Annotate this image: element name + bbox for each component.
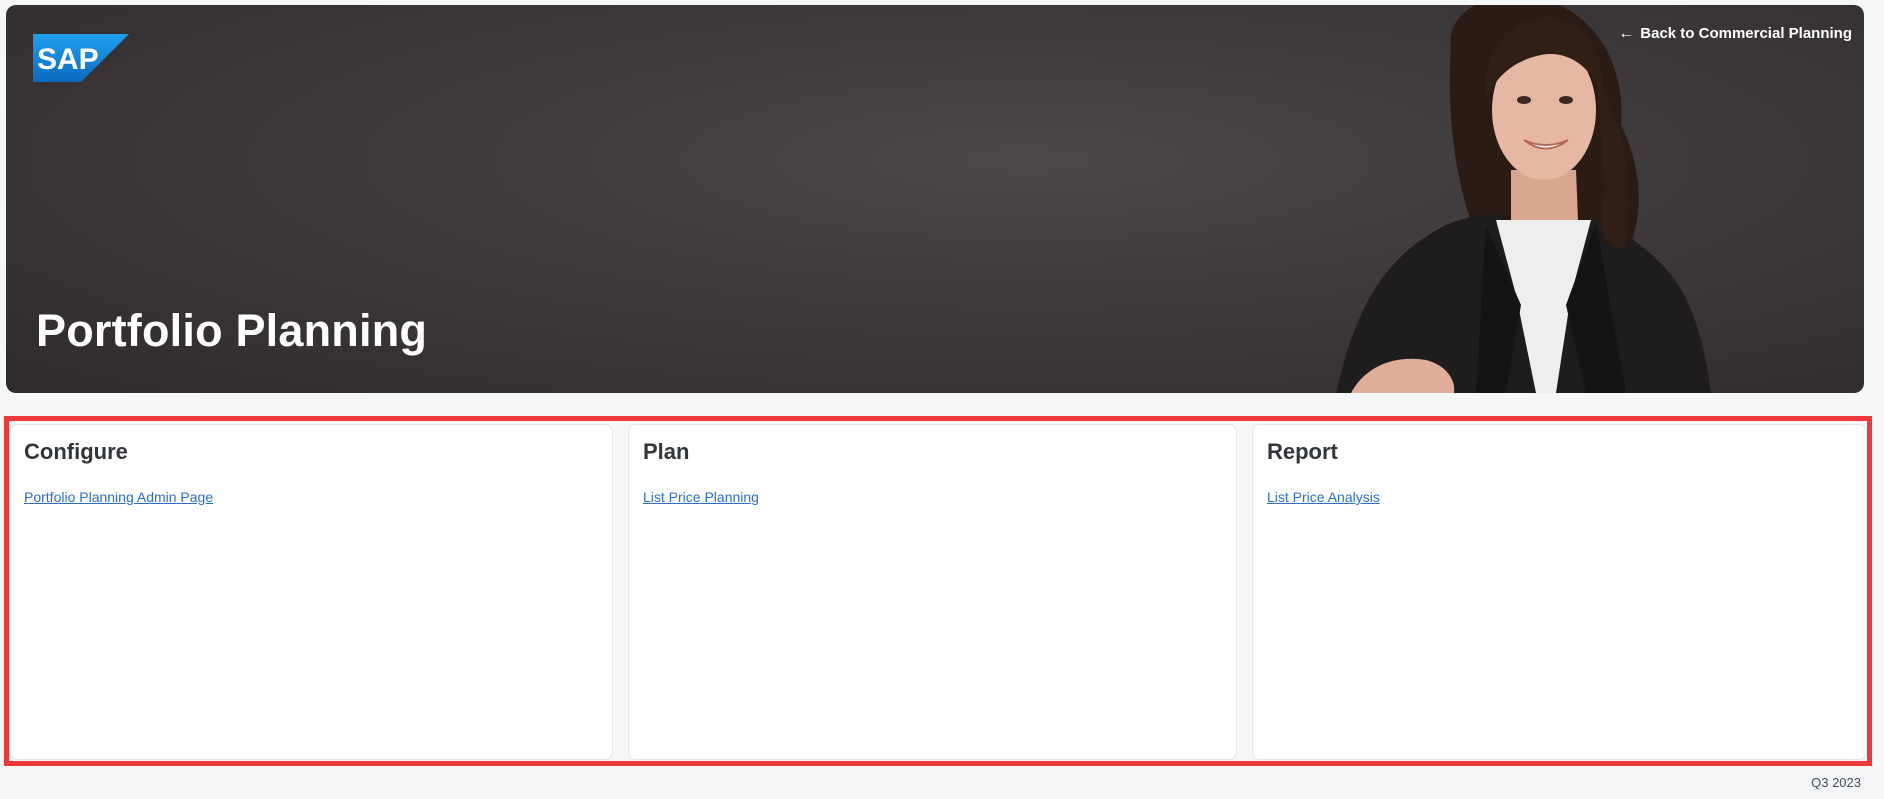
card-configure: Configure Portfolio Planning Admin Page xyxy=(9,424,613,760)
version-label: Q3 2023 xyxy=(1811,775,1861,790)
sap-logo: SAP xyxy=(33,34,129,82)
back-to-commercial-planning-link[interactable]: ← Back to Commercial Planning xyxy=(1618,25,1852,42)
back-link-label: Back to Commercial Planning xyxy=(1640,25,1852,42)
page-title: Portfolio Planning xyxy=(36,305,428,356)
hero-banner: SAP ← Back to Commercial Planning Portfo… xyxy=(6,5,1864,393)
page: SAP ← Back to Commercial Planning Portfo… xyxy=(0,0,1884,799)
card-heading-configure: Configure xyxy=(24,439,128,464)
sap-logo-text: SAP xyxy=(37,43,99,76)
link-list-price-analysis[interactable]: List Price Analysis xyxy=(1267,489,1380,505)
card-section: Configure Portfolio Planning Admin Page … xyxy=(9,424,1867,760)
arrow-left-icon: ← xyxy=(1618,24,1635,42)
card-plan: Plan List Price Planning xyxy=(628,424,1237,760)
card-heading-report: Report xyxy=(1267,439,1338,464)
hero-portrait-image xyxy=(1336,5,1711,393)
card-report: Report List Price Analysis xyxy=(1252,424,1867,760)
link-list-price-planning[interactable]: List Price Planning xyxy=(643,489,759,505)
link-portfolio-planning-admin-page[interactable]: Portfolio Planning Admin Page xyxy=(24,489,213,505)
card-heading-plan: Plan xyxy=(643,439,690,464)
